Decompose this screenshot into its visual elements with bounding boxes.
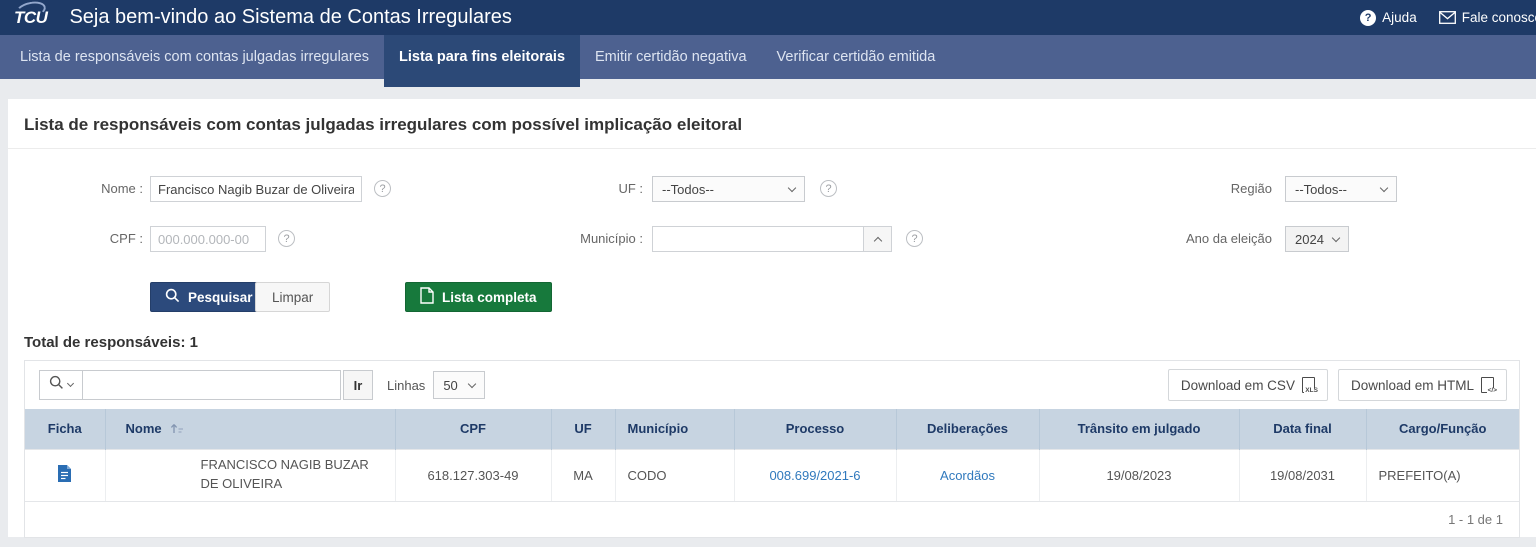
download-csv-button[interactable]: Download em CSV XLS [1168, 369, 1328, 401]
column-header-cpf[interactable]: CPF [395, 409, 551, 449]
contact-link[interactable]: Fale conosco [1439, 10, 1536, 25]
mail-icon [1439, 11, 1456, 24]
cpf-help-icon[interactable]: ? [278, 230, 295, 247]
data-final-cell: 19/08/2031 [1239, 449, 1366, 501]
column-header-uf[interactable]: UF [551, 409, 615, 449]
page-title: Lista de responsáveis com contas julgada… [8, 99, 1536, 149]
uf-select[interactable]: --Todos-- [652, 176, 805, 202]
ano-eleicao-select[interactable]: 2024 [1285, 226, 1349, 252]
regiao-label: Região [1152, 176, 1272, 202]
tab-lista-fins-eleitorais[interactable]: Lista para fins eleitorais [384, 35, 580, 87]
nome-help-icon[interactable]: ? [374, 180, 391, 197]
regiao-select-value: --Todos-- [1295, 182, 1347, 197]
tab-emitir-certidao[interactable]: Emitir certidão negativa [580, 35, 762, 79]
help-icon: ? [1360, 10, 1376, 26]
download-html-button[interactable]: Download em HTML </> [1338, 369, 1507, 401]
tab-verificar-certidao[interactable]: Verificar certidão emitida [762, 35, 951, 79]
download-actions: Download em CSV XLS Download em HTML </> [1168, 369, 1507, 401]
deliberacoes-cell: Acordãos [896, 449, 1039, 501]
screen: TCU Seja bem-vindo ao Sistema de Contas … [0, 0, 1536, 547]
content-card: Lista de responsáveis com contas julgada… [8, 99, 1536, 537]
rows-select[interactable]: 50 [433, 371, 485, 399]
tcu-logo[interactable]: TCU [14, 8, 47, 28]
municipio-input[interactable] [652, 226, 864, 252]
transito-cell: 19/08/2023 [1039, 449, 1239, 501]
chevron-down-icon [1332, 233, 1340, 241]
rows-label: Linhas [387, 378, 425, 393]
ficha-document-icon[interactable] [57, 464, 72, 486]
document-icon [420, 287, 434, 307]
app-title: Seja bem-vindo ao Sistema de Contas Irre… [69, 6, 511, 29]
pagination-status: 1 - 1 de 1 [25, 501, 1519, 537]
results-table: Ficha Nome CPF UF Município Processo Del… [25, 409, 1519, 501]
column-header-cargo[interactable]: Cargo/Função [1366, 409, 1519, 449]
processo-link[interactable]: 008.699/2021-6 [769, 468, 860, 483]
uf-cell: MA [551, 449, 615, 501]
municipio-label: Município : [523, 226, 643, 252]
tab-lista-responsaveis[interactable]: Lista de responsáveis com contas julgada… [5, 35, 384, 79]
municipio-combobox [652, 226, 892, 252]
nome-cell: FRANCISCO NAGIB BUZAR DE OLIVEIRA [105, 449, 395, 501]
filter-form: Nome : ? UF : --Todos-- ? Região --Todos… [8, 149, 1536, 324]
cargo-cell: PREFEITO(A) [1366, 449, 1519, 501]
report-toolbar: Ir Linhas 50 Download em CSV XLS Downloa… [25, 361, 1519, 409]
ficha-cell [25, 449, 105, 501]
xls-file-icon: XLS [1302, 377, 1315, 393]
download-html-label: Download em HTML [1351, 378, 1474, 393]
limpar-button[interactable]: Limpar [255, 282, 330, 312]
ano-eleicao-label: Ano da eleição [1152, 226, 1272, 252]
table-row: FRANCISCO NAGIB BUZAR DE OLIVEIRA 618.12… [25, 449, 1519, 501]
report-search-input[interactable] [83, 370, 341, 400]
municipio-cell: CODO [615, 449, 734, 501]
header-actions: ? Ajuda Fale conosco [1360, 0, 1536, 35]
lista-completa-label: Lista completa [442, 290, 537, 305]
column-header-transito[interactable]: Trânsito em julgado [1039, 409, 1239, 449]
municipio-help-icon[interactable]: ? [906, 230, 923, 247]
limpar-label: Limpar [272, 290, 313, 305]
regiao-select[interactable]: --Todos-- [1285, 176, 1397, 202]
pesquisar-button[interactable]: Pesquisar [150, 282, 268, 312]
lista-completa-button[interactable]: Lista completa [405, 282, 552, 312]
column-header-ficha[interactable]: Ficha [25, 409, 105, 449]
contact-label: Fale conosco [1462, 10, 1536, 25]
column-header-nome[interactable]: Nome [105, 409, 395, 449]
total-responsaveis: Total de responsáveis: 1 [24, 334, 1536, 351]
cpf-label: CPF : [23, 226, 143, 252]
processo-cell: 008.699/2021-6 [734, 449, 896, 501]
municipio-expand-button[interactable] [864, 226, 892, 252]
chevron-down-icon [1380, 183, 1388, 191]
search-options-button[interactable] [39, 370, 83, 400]
chevron-up-icon [873, 236, 881, 244]
column-header-municipio[interactable]: Município [615, 409, 734, 449]
main-nav: Lista de responsáveis com contas julgada… [0, 35, 1536, 79]
pesquisar-label: Pesquisar [188, 290, 253, 305]
column-header-processo[interactable]: Processo [734, 409, 896, 449]
search-icon [165, 288, 180, 306]
table-header-row: Ficha Nome CPF UF Município Processo Del… [25, 409, 1519, 449]
rows-select-value: 50 [443, 378, 457, 393]
uf-help-icon[interactable]: ? [820, 180, 837, 197]
uf-label: UF : [523, 176, 643, 202]
ano-eleicao-value: 2024 [1295, 232, 1324, 247]
chevron-down-icon [67, 380, 74, 387]
sort-ascending-icon [169, 422, 185, 437]
download-csv-label: Download em CSV [1181, 378, 1295, 393]
nome-label: Nome : [23, 176, 143, 202]
html-file-icon: </> [1481, 377, 1494, 393]
cpf-cell: 618.127.303-49 [395, 449, 551, 501]
deliberacoes-link[interactable]: Acordãos [940, 468, 995, 483]
chevron-down-icon [788, 183, 796, 191]
help-label: Ajuda [1382, 10, 1417, 25]
report-container: Ir Linhas 50 Download em CSV XLS Downloa… [24, 360, 1520, 538]
uf-select-value: --Todos-- [662, 182, 714, 197]
go-button[interactable]: Ir [343, 370, 373, 400]
nome-input[interactable] [150, 176, 362, 202]
chevron-down-icon [468, 379, 476, 387]
app-header: TCU Seja bem-vindo ao Sistema de Contas … [0, 0, 1536, 35]
search-icon [49, 375, 64, 395]
help-link[interactable]: ? Ajuda [1360, 10, 1417, 26]
cpf-input[interactable] [150, 226, 266, 252]
column-header-deliberacoes[interactable]: Deliberações [896, 409, 1039, 449]
column-header-data-final[interactable]: Data final [1239, 409, 1366, 449]
